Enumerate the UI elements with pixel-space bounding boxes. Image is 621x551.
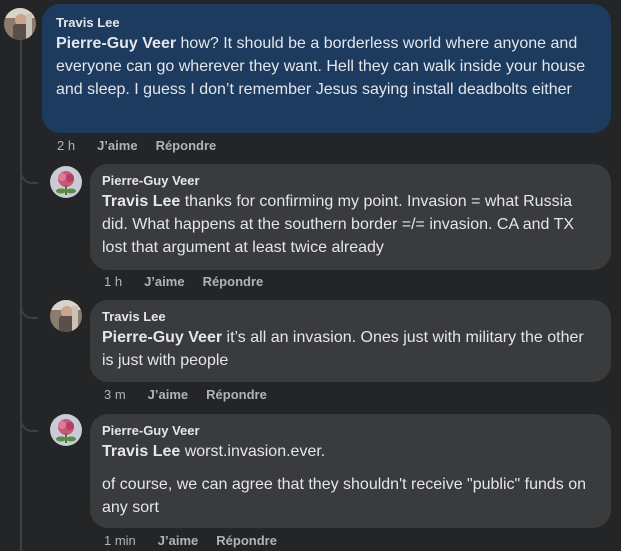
reply-button[interactable]: Répondre (216, 533, 277, 549)
reply-button[interactable]: Répondre (206, 387, 267, 403)
timestamp[interactable]: 3 m (104, 387, 126, 403)
comment-author[interactable]: Travis Lee (56, 14, 597, 32)
comment-bubble: Travis Lee Pierre-Guy Veer how? It shoul… (42, 4, 611, 133)
timestamp[interactable]: 2 h (57, 138, 75, 154)
reply-button[interactable]: Répondre (156, 138, 217, 154)
comment-actions: 3 m J’aime Répondre (104, 387, 267, 403)
comment-actions: 2 h J’aime Répondre (57, 138, 216, 154)
timestamp[interactable]: 1 min (104, 533, 136, 549)
comment-bubble: Pierre-Guy Veer Travis Lee thanks for co… (90, 164, 611, 270)
comment-text: Pierre-Guy Veer it’s all an invasion. On… (102, 326, 599, 372)
comment-author[interactable]: Pierre-Guy Veer (102, 422, 599, 440)
comment-author[interactable]: Pierre-Guy Veer (102, 172, 599, 190)
timestamp[interactable]: 1 h (104, 274, 122, 290)
mention-link[interactable]: Pierre-Guy Veer (56, 35, 176, 52)
mention-link[interactable]: Travis Lee (102, 193, 180, 210)
comment-body: worst.invasion.ever. (180, 443, 326, 460)
like-button[interactable]: J’aime (148, 387, 188, 403)
avatar[interactable] (50, 414, 82, 446)
travis-avatar-icon (4, 8, 36, 40)
comment-text: Travis Lee worst.invasion.ever. (102, 440, 599, 463)
mention-link[interactable]: Pierre-Guy Veer (102, 329, 222, 346)
pierre-avatar-icon (50, 166, 82, 198)
like-button[interactable]: J’aime (144, 274, 184, 290)
comment-thread: Travis Lee Pierre-Guy Veer how? It shoul… (0, 0, 621, 551)
mention-link[interactable]: Travis Lee (102, 443, 180, 460)
like-button[interactable]: J’aime (97, 138, 137, 154)
comment-actions: 1 min J’aime Répondre (104, 533, 277, 549)
comment-text: Travis Lee thanks for confirming my poin… (102, 190, 599, 259)
reply-connector (20, 280, 38, 319)
avatar[interactable] (50, 300, 82, 332)
comment-bubble: Travis Lee Pierre-Guy Veer it’s all an i… (90, 300, 611, 382)
comment-actions: 1 h J’aime Répondre (104, 274, 263, 290)
comment-bubble: Pierre-Guy Veer Travis Lee worst.invasio… (90, 414, 611, 528)
avatar[interactable] (4, 8, 36, 40)
reply-connector (20, 400, 38, 432)
reply-connector (20, 150, 38, 184)
comment-text: Pierre-Guy Veer how? It should be a bord… (56, 32, 597, 101)
pierre-avatar-icon (50, 414, 82, 446)
comment-author[interactable]: Travis Lee (102, 308, 599, 326)
like-button[interactable]: J’aime (158, 533, 198, 549)
reply-button[interactable]: Répondre (203, 274, 264, 290)
avatar[interactable] (50, 166, 82, 198)
travis-avatar-icon (50, 300, 82, 332)
comment-text-second-paragraph: of course, we can agree that they should… (102, 476, 587, 516)
